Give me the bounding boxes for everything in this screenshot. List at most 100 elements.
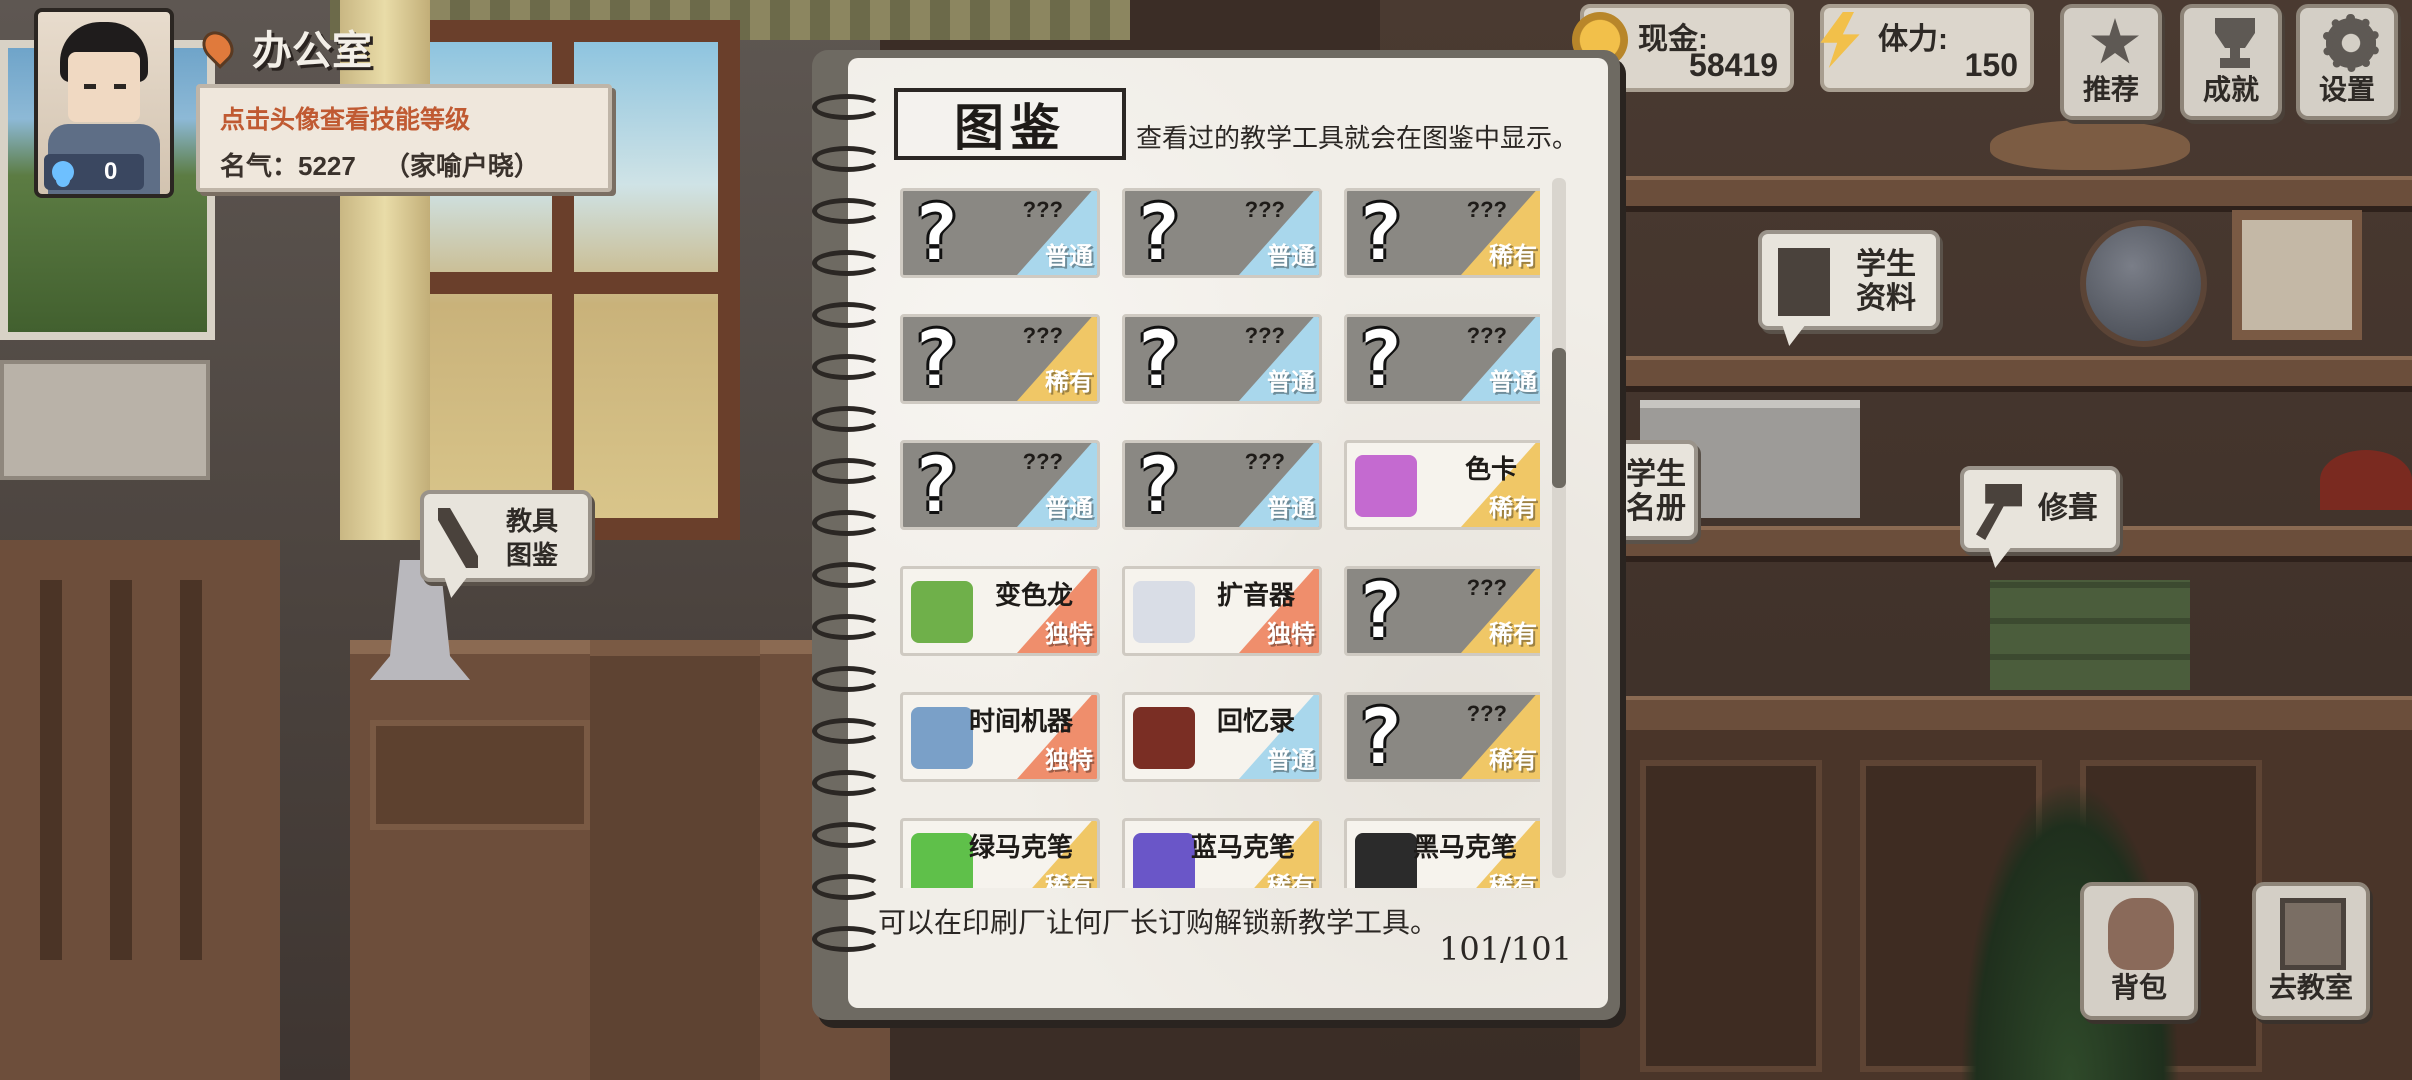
settings-button[interactable]: 设置 (2296, 4, 2398, 120)
hat (1990, 120, 2190, 170)
gear-icon (2322, 14, 2380, 72)
catalog-item-name: ??? (1466, 701, 1507, 726)
binding-ring (812, 510, 882, 536)
catalog-item-rarity: 稀有 (1267, 873, 1315, 888)
left-chair (0, 540, 280, 1080)
cash-value: 58419 (1689, 47, 1778, 83)
tools-catalog-bubble[interactable]: 教具 图鉴 (420, 490, 592, 598)
catalog-item-card[interactable]: 色卡稀有 (1344, 440, 1540, 530)
catalog-item-name: 扩音器 (1216, 580, 1295, 610)
go-to-classroom-button[interactable]: 去教室 (2252, 882, 2370, 1020)
repair-bubble[interactable]: 修葺 (1960, 466, 2120, 568)
question-mark-icon: ? (1357, 314, 1403, 403)
backpack-button[interactable]: 背包 (2080, 882, 2198, 1020)
achievements-button[interactable]: 成就 (2180, 4, 2282, 120)
catalog-grid-viewport[interactable]: ???? 普通???? 普通???? 稀有???? 稀有???? 普通???? 普通????… (900, 188, 1540, 888)
binding-ring (812, 146, 882, 172)
binding-ring (812, 250, 882, 276)
alphabet-paper (0, 360, 210, 480)
catalog-item-rarity: 普通 (1045, 243, 1093, 270)
question-mark-icon: ? (1357, 692, 1403, 781)
lightning-icon (1820, 12, 1860, 68)
star-icon (2091, 18, 2139, 64)
skill-points-badge[interactable]: 0 (44, 154, 144, 190)
student-profile-label: 学生 资料 (1856, 248, 1916, 316)
recommend-label: 推荐 (2082, 74, 2139, 105)
document-icon (1778, 248, 1830, 316)
student-profile-bubble[interactable]: 学生 资料 (1758, 230, 1940, 346)
stamina-label: 体力: (1878, 23, 1948, 56)
catalog-item-name: ??? (1466, 575, 1507, 600)
question-mark-icon: ? (913, 314, 959, 403)
catalog-item-card[interactable]: ???? 普通 (1344, 314, 1540, 404)
catalog-item-rarity: 稀有 (1045, 369, 1093, 396)
question-mark-icon: ? (1135, 440, 1181, 529)
fame-value: 5227 (298, 151, 356, 181)
stamina-display: 体力: 150 (1820, 4, 2034, 92)
catalog-item-rarity: 稀有 (1489, 621, 1537, 648)
catalog-item-name: 回忆录 (1216, 706, 1295, 736)
profile-card[interactable]: 点击头像查看技能等级 名气：5227 （家喻户晓） (196, 84, 612, 192)
catalog-item-card[interactable]: ???? 稀有 (900, 314, 1100, 404)
catalog-item-name: 色卡 (1464, 454, 1517, 484)
catalog-item-card[interactable]: ???? 普通 (900, 188, 1100, 278)
catalog-item-card[interactable]: ???? 普通 (1122, 440, 1322, 530)
catalog-item-name: 变色龙 (994, 580, 1073, 610)
catalog-item-rarity: 独特 (1045, 747, 1093, 774)
binding-ring (812, 198, 882, 224)
catalog-item-name: ??? (1022, 323, 1063, 348)
megaphone-icon (1133, 581, 1195, 643)
binding-ring (812, 770, 882, 796)
question-mark-icon: ? (1357, 566, 1403, 655)
catalog-scroll-thumb[interactable] (1552, 348, 1566, 488)
go-to-classroom-label: 去教室 (2268, 972, 2353, 1003)
catalog-item-rarity: 稀有 (1045, 873, 1093, 888)
question-mark-icon: ? (1135, 314, 1181, 403)
catalog-item-card[interactable]: 黑马克笔 稀有 (1344, 818, 1540, 888)
catalog-item-rarity: 普通 (1267, 495, 1315, 522)
catalog-item-card[interactable]: 变色龙独特 (900, 566, 1100, 656)
catalog-item-name: 蓝马克笔 (1190, 832, 1295, 862)
catalog-item-rarity: 普通 (1045, 495, 1093, 522)
tools-icon (438, 508, 478, 568)
trophy-icon (2215, 18, 2255, 68)
vase (2320, 450, 2412, 510)
settings-label: 设置 (2318, 74, 2375, 105)
student-roster-bubble[interactable]: 学生 名册 (1614, 440, 1698, 540)
photo-frame (2232, 210, 2362, 340)
profile-hint: 点击头像查看技能等级 (220, 106, 471, 134)
catalog-item-card[interactable]: ???? 稀有 (1344, 692, 1540, 782)
tools-catalog-line2: 图鉴 (506, 540, 559, 570)
student-profile-line2: 资料 (1856, 282, 1916, 315)
catalog-item-card[interactable]: ???? 普通 (1122, 188, 1322, 278)
catalog-item-rarity: 独特 (1045, 621, 1093, 648)
student-roster-line2: 名册 (1626, 492, 1686, 525)
recommend-button[interactable]: 推荐 (2060, 4, 2162, 120)
catalog-item-card[interactable]: 扩音器独特 (1122, 566, 1322, 656)
catalog-item-rarity: 独特 (1267, 621, 1315, 648)
catalog-item-card[interactable]: ???? 普通 (900, 440, 1100, 530)
tools-catalog-label: 教具 图鉴 (506, 504, 558, 572)
achievements-label: 成就 (2202, 74, 2259, 105)
question-mark-icon: ? (1135, 188, 1181, 277)
catalog-item-rarity: 稀有 (1489, 495, 1537, 522)
binding-ring (812, 354, 882, 380)
catalog-item-card[interactable]: 绿马克笔 稀有 (900, 818, 1100, 888)
catalog-item-name: ??? (1244, 449, 1285, 474)
catalog-item-card[interactable]: ???? 普通 (1122, 314, 1322, 404)
color-card-icon (1355, 455, 1417, 517)
binding-ring (812, 666, 882, 692)
catalog-item-card[interactable]: 回忆录 普通 (1122, 692, 1322, 782)
catalog-item-name: 黑马克笔 (1412, 832, 1517, 862)
desk-chair (590, 640, 760, 1080)
catalog-item-card[interactable]: ???? 稀有 (1344, 566, 1540, 656)
stamina-value: 150 (1964, 47, 2018, 83)
catalog-item-name: ??? (1466, 197, 1507, 222)
binding-ring (812, 822, 882, 848)
catalog-item-card[interactable]: ???? 稀有 (1344, 188, 1540, 278)
catalog-item-card[interactable]: 蓝马克笔稀有 (1122, 818, 1322, 888)
catalog-item-card[interactable]: 时间机器 独特 (900, 692, 1100, 782)
catalog-notebook: 图鉴 查看过的教学工具就会在图鉴中显示。 ???? 普通???? 普通???? 稀有?… (812, 50, 1620, 1020)
catalog-scrollbar[interactable] (1552, 178, 1566, 878)
binding-ring (812, 614, 882, 640)
